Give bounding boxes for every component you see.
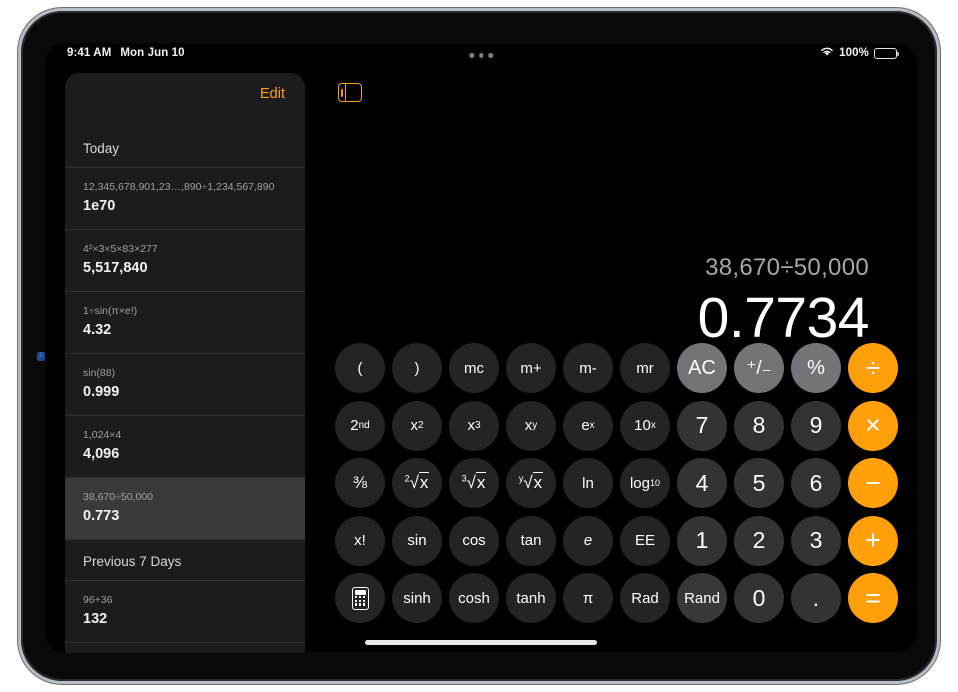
key-digit-3[interactable]: 3 — [791, 515, 841, 566]
key-factorial[interactable]: x! — [335, 515, 385, 566]
key-sine[interactable]: sin — [392, 515, 442, 566]
key-memory-recall[interactable]: mr — [620, 343, 670, 393]
key-calculator-mode[interactable] — [335, 573, 385, 623]
history-section-title: Today — [65, 127, 305, 168]
key-plus-minus[interactable]: ⁺/₋ — [734, 343, 784, 393]
key-divide[interactable]: ÷ — [848, 343, 898, 393]
key-all-clear[interactable]: AC — [677, 343, 727, 393]
key-hyperbolic-sine[interactable]: sinh — [392, 573, 442, 623]
history-expression: 12,345,678,901,23…,890÷1,234,567,890 — [83, 181, 275, 193]
history-result: 132 — [83, 611, 108, 627]
key-ten-to-the-x[interactable]: 10 x — [620, 400, 670, 451]
key-hyperbolic-tangent[interactable]: tanh — [506, 573, 556, 623]
key-digit-0[interactable]: 0 — [734, 573, 784, 623]
history-row[interactable]: 38,670÷50,000 0.773 — [65, 478, 305, 540]
ipad-screen: 9:41 AM Mon Jun 10 100% Edit Today 12,34… — [45, 43, 917, 653]
key-x-cubed[interactable]: x3 — [449, 400, 499, 451]
key-subtract[interactable]: − — [848, 458, 898, 508]
calculator-keypad: () mc m+ m-mr AC ⁺/₋% ÷ 2nd x 2 x 3 x y e x 10 x 7 8 9 × ⅜ 2√x 3… — [335, 343, 915, 623]
key-digit-2[interactable]: 2 — [734, 515, 784, 566]
sidebar-toggle-icon[interactable] — [338, 83, 362, 102]
key-digit-1[interactable]: 1 — [677, 515, 727, 566]
key-radians-toggle[interactable]: Rad — [620, 573, 670, 623]
key-digit-7[interactable]: 7 — [677, 400, 727, 451]
bezel-artifact: 2 — [37, 352, 45, 361]
status-bar-right: 100% — [820, 46, 900, 60]
history-result: 0.773 — [83, 508, 120, 524]
key-decimal-point[interactable]: . — [791, 573, 841, 623]
key-open-paren[interactable]: ( — [335, 343, 385, 393]
keypad-row: () mc m+ m-mr AC ⁺/₋% ÷ — [335, 343, 915, 393]
key-natural-log[interactable]: ln — [563, 458, 613, 508]
key-second-function[interactable]: 2nd — [335, 400, 385, 451]
edit-button[interactable]: Edit — [256, 83, 289, 105]
more-dots-icon[interactable] — [463, 49, 499, 62]
key-e-to-the-x[interactable]: ex — [563, 400, 613, 451]
key-exponent-entry[interactable]: EE — [620, 515, 670, 566]
keypad-row: x! sin cos tan e EE 1 2 3 + — [335, 515, 915, 566]
history-expression: sin(88) — [83, 367, 116, 379]
battery-percent-label: 100% — [839, 47, 869, 59]
calculator-display: 38,670÷50,000 0.7734 — [249, 253, 870, 351]
keypad-row: ⅜ 2√x 3√x y√x ln log 10 4 5 6− — [335, 458, 915, 508]
key-digit-4[interactable]: 4 — [677, 458, 727, 508]
key-memory-add[interactable]: m+ — [506, 343, 556, 393]
key-add[interactable]: + — [848, 515, 898, 566]
key-digit-6[interactable]: 6 — [791, 458, 841, 508]
history-section-title: Previous 7 Days — [65, 540, 305, 581]
key-cube-root[interactable]: 3√x — [449, 458, 499, 508]
key-y-root[interactable]: y√x — [506, 458, 556, 508]
history-expression: 1,024×4 — [83, 429, 122, 441]
key-x-squared[interactable]: x2 — [392, 400, 442, 451]
keypad-row: sinh cosh tanh π Rad Rand 0. = — [335, 573, 915, 623]
key-hyperbolic-cosine[interactable]: cosh — [449, 573, 499, 623]
key-x-to-the-y[interactable]: xy — [506, 400, 556, 451]
status-date: Mon Jun 10 — [120, 47, 185, 59]
calculator-icon — [351, 586, 369, 610]
history-expression: 96+36 — [83, 594, 113, 606]
key-euler-number[interactable]: e — [563, 515, 613, 566]
key-tangent[interactable]: tan — [506, 515, 556, 566]
wifi-icon — [820, 46, 834, 60]
key-digit-8[interactable]: 8 — [734, 400, 784, 451]
key-log-base-10[interactable]: log 10 — [620, 458, 670, 508]
key-memory-clear[interactable]: mc — [449, 343, 499, 393]
history-sidebar: Edit Today 12,345,678,901,23…,890÷1,234,5… — [65, 73, 305, 653]
history-result: 4,096 — [83, 446, 120, 462]
history-expression: 38,670÷50,000 — [83, 491, 153, 503]
key-percent[interactable]: % — [791, 343, 841, 393]
key-square-root[interactable]: 2√x — [392, 458, 442, 508]
home-indicator[interactable] — [365, 640, 597, 645]
key-close-paren[interactable]: ) — [392, 343, 442, 393]
display-expression: 38,670÷50,000 — [705, 254, 869, 281]
history-result: 1e70 — [83, 198, 116, 214]
history-row[interactable]: 96+36 132 — [65, 581, 305, 643]
key-equals[interactable]: = — [848, 573, 898, 623]
history-list[interactable]: Today 12,345,678,901,23…,890÷1,234,567,89… — [65, 127, 305, 643]
keypad-row: 2nd x 2 x 3 x y e x 10 x 7 8 9 × — [335, 400, 915, 451]
status-bar-left: 9:41 AM Mon Jun 10 — [67, 47, 185, 59]
status-time: 9:41 AM — [67, 47, 112, 59]
key-pi[interactable]: π — [563, 573, 613, 623]
ipad-device-frame: 2 9:41 AM Mon Jun 10 100% Edit Today 12,… — [18, 8, 940, 684]
history-row[interactable]: sin(88) 0.999 — [65, 354, 305, 416]
key-multiply[interactable]: × — [848, 400, 898, 451]
key-cosine[interactable]: cos — [449, 515, 499, 566]
sidebar-toggle-pane — [339, 84, 346, 101]
key-reciprocal[interactable]: ⅜ — [335, 458, 385, 508]
key-memory-subtract[interactable]: m- — [563, 343, 613, 393]
display-result: 0.7734 — [697, 286, 870, 350]
battery-icon — [874, 47, 900, 59]
history-result: 0.999 — [83, 384, 120, 400]
history-row[interactable]: 12,345,678,901,23…,890÷1,234,567,890 1e70 — [65, 168, 305, 230]
sidebar-header: Edit — [65, 73, 305, 127]
key-random[interactable]: Rand — [677, 573, 727, 623]
history-row[interactable]: 1,024×4 4,096 — [65, 416, 305, 478]
key-digit-9[interactable]: 9 — [791, 400, 841, 451]
key-digit-5[interactable]: 5 — [734, 458, 784, 508]
